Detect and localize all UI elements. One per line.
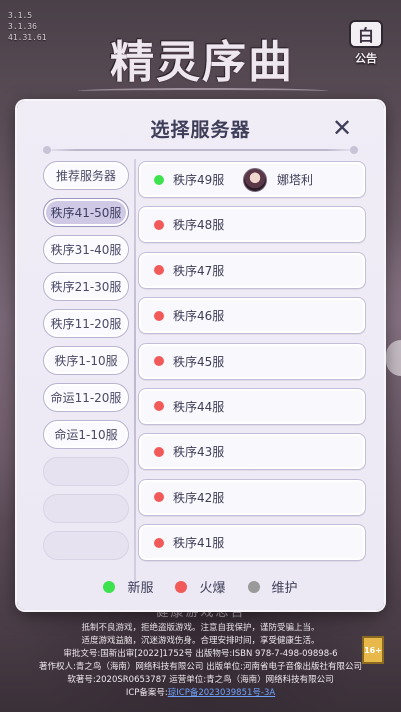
announcement-label: 公告 — [355, 52, 377, 65]
character-name: 娜塔利 — [277, 173, 314, 187]
server-list: 秩序49服 娜塔利 秩序48服 秩序47服 秩序46服 秩序45服 秩序44服 秩序43服 秩序… — [138, 161, 366, 570]
server-row[interactable]: 秩序41服 — [138, 524, 366, 562]
server-status-dot-icon — [154, 174, 164, 185]
health-notice: 健康游戏忠告 抵制不良游戏，拒绝盗版游戏。注意自我保护，谨防受骗上当。 适度游戏… — [0, 604, 401, 700]
server-status-dot-icon — [154, 401, 164, 412]
server-row[interactable]: 秩序47服 — [138, 251, 366, 289]
server-status-dot-icon — [154, 265, 164, 276]
gray-dot-icon — [247, 580, 260, 593]
server-category-list: 推荐服务器秩序41-50服 秩序31-40服 秩序21-30服 秩序11-20服 秩序1… — [43, 161, 129, 568]
character-avatar — [243, 167, 267, 192]
server-status-dot-icon — [154, 492, 164, 503]
server-status-dot-icon — [154, 219, 164, 230]
footer-line: 著作权人:青之鸟（海南）网络科技有限公司 出版单位:河南省电子音像出版社有限公司 — [39, 662, 362, 672]
server-category-tab[interactable]: 命运11-20服 — [43, 383, 129, 412]
server-name: 秩序43服 — [173, 445, 225, 460]
footer-line: 审批文号:国新出审[2022]1752号 出版物号:ISBN 978-7-498… — [63, 649, 338, 659]
footer-line: ICP备案号:琼ICP备2023039851号-3A — [125, 688, 276, 698]
server-name: 秩序44服 — [173, 399, 225, 414]
server-row[interactable]: 秩序43服 — [138, 433, 366, 471]
green-dot-icon — [103, 580, 116, 593]
legend-hot: 火爆 — [175, 577, 226, 596]
footer-line: 抵制不良游戏，拒绝盗版游戏。注意自我保护，谨防受骗上当。 — [81, 623, 320, 633]
server-status-dot-icon — [154, 537, 164, 548]
red-dot-icon — [175, 580, 188, 593]
footer-line: 适度游戏益脑，沉迷游戏伤身。合理安排时间，享受健康生活。 — [81, 636, 320, 646]
close-icon[interactable]: ✕ — [329, 115, 355, 141]
icp-link[interactable]: 琼ICP备2023039851号-3A — [168, 688, 275, 698]
server-row[interactable]: 秩序44服 — [138, 387, 366, 425]
server-select-dialog: 选择服务器 ✕ 推荐服务器 秩序41-50服 秩序31-40服 秩序21-30服 秩序1… — [17, 101, 384, 610]
empty-category-slot — [43, 457, 129, 486]
server-name: 秩序45服 — [173, 354, 225, 369]
legend-maintenance: 维护 — [247, 577, 298, 596]
server-row[interactable]: 秩序48服 — [138, 206, 366, 244]
footer-line: 软著号:2020SR0653787 运营单位:青之鸟（海南）网络科技有限公司 — [67, 675, 334, 685]
server-name: 秩序42服 — [173, 490, 225, 505]
server-category-tab[interactable]: 命运1-10服 — [43, 420, 129, 449]
server-status-dot-icon — [154, 446, 164, 457]
server-category-tab[interactable]: 秩序21-30服 — [43, 272, 129, 301]
server-row[interactable]: 秩序42服 — [138, 478, 366, 516]
game-logo: 精灵序曲 — [110, 37, 294, 88]
server-name: 秩序49服 — [173, 173, 225, 187]
server-name: 秩序48服 — [173, 218, 225, 233]
version-info: 3.1.5 3.1.36 41.31.61 — [8, 11, 47, 42]
server-status-dot-icon — [154, 356, 164, 367]
server-category-tab[interactable]: 秩序11-20服 — [43, 309, 129, 338]
server-status-dot-icon — [154, 310, 164, 321]
server-category-tab[interactable]: 推荐服务器 — [43, 161, 129, 190]
column-divider — [134, 159, 136, 589]
server-row[interactable]: 秩序49服 娜塔利 — [138, 161, 366, 198]
empty-category-slot — [43, 494, 129, 523]
title-divider — [43, 146, 358, 154]
announcement-button[interactable]: 白 公告 — [346, 20, 386, 66]
notice-board-icon: 白 — [349, 20, 383, 48]
server-row[interactable]: 秩序45服 — [138, 342, 366, 380]
logo-flourish — [78, 88, 328, 94]
server-category-tab[interactable]: 秩序41-50服 — [43, 198, 129, 227]
status-legend: 新服 火爆 维护 — [17, 577, 384, 596]
server-row[interactable]: 秩序46服 — [138, 297, 366, 335]
server-category-tab[interactable]: 秩序1-10服 — [43, 346, 129, 375]
server-category-tab[interactable]: 秩序31-40服 — [43, 235, 129, 264]
server-name: 秩序47服 — [173, 263, 225, 278]
age-rating-badge: 16+ — [362, 636, 384, 664]
empty-category-slot — [43, 531, 129, 560]
server-name: 秩序46服 — [173, 309, 225, 324]
server-name: 秩序41服 — [173, 536, 225, 551]
legend-new: 新服 — [103, 577, 153, 596]
